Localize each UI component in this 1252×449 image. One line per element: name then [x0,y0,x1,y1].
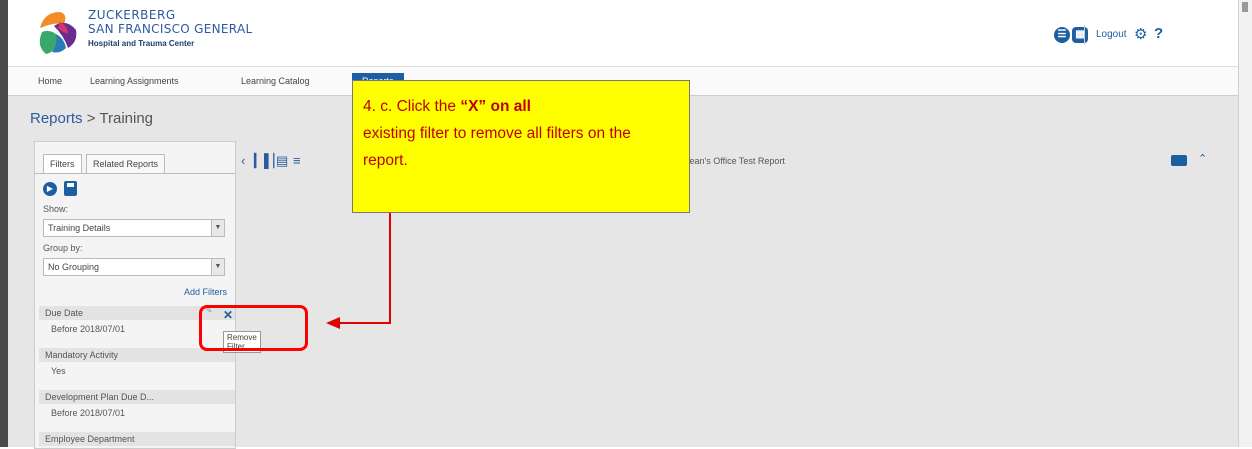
header-divider [1084,25,1085,45]
window-edge [0,0,8,447]
show-label: Show: [43,204,69,214]
hospital-logo [39,12,77,54]
brand-subtitle: Hospital and Trauma Center [88,39,195,48]
show-selected-value: Training Details [48,223,111,233]
list-view-icon[interactable]: ≡ [293,153,301,168]
run-report-icon[interactable]: ▶ [43,182,57,196]
stacked-chart-icon[interactable]: ▤ [276,153,288,169]
tab-filters[interactable]: Filters [43,154,82,174]
print-icon[interactable] [1171,155,1187,166]
collapse-panel-icon[interactable]: ‹ [241,153,245,168]
filter-panel: Filters Related Reports ▶ Show: Training… [34,141,261,449]
scrollbar-thumb[interactable] [1242,2,1248,12]
group-by-label: Group by: [43,243,83,253]
transcript-icon[interactable]: ▦ [1072,27,1088,43]
group-by-select[interactable]: No Grouping ▼ [43,258,225,276]
chevron-down-icon[interactable]: ▼ [211,259,224,275]
breadcrumb-separator: > [86,110,96,127]
app-window: ZUCKERBERG SAN FRANCISCO GENERAL Hospita… [0,0,1252,449]
breadcrumb-reports[interactable]: Reports [30,110,83,127]
highlight-box [199,305,308,351]
chevron-up-icon[interactable]: ⌃ [1198,152,1207,165]
tab-related-reports[interactable]: Related Reports [86,154,166,174]
callout-step: 4. c. Click the [363,98,461,115]
help-icon[interactable]: ? [1154,25,1163,42]
logout-link[interactable]: Logout [1096,29,1127,40]
brand-name-line1: ZUCKERBERG [88,8,176,22]
save-report-icon[interactable] [64,181,77,196]
vertical-scrollbar[interactable] [1238,0,1252,447]
header: ZUCKERBERG SAN FRANCISCO GENERAL Hospita… [8,0,1238,67]
breadcrumb: Reports > Training [30,110,153,127]
filter-value: Before 2018/07/01 [51,324,126,334]
filter-value: Yes [51,366,66,376]
instruction-callout: 4. c. Click the “X” on all existing filt… [352,80,690,213]
nav-home[interactable]: Home [38,76,62,86]
filter-header-dev-plan: Development Plan Due D... [39,390,235,404]
group-by-selected-value: No Grouping [48,262,100,272]
callout-bold: “X” on all [460,98,531,115]
gear-icon[interactable]: ⚙ [1134,25,1147,43]
page-title: Training [99,110,154,127]
chevron-down-icon[interactable]: ▼ [211,220,224,236]
show-select[interactable]: Training Details ▼ [43,219,225,237]
notes-icon[interactable]: ☰ [1054,27,1070,43]
brand-name-line2: SAN FRANCISCO GENERAL [88,22,253,36]
add-filters-link[interactable]: Add Filters [184,287,227,297]
nav-learning-catalog[interactable]: Learning Catalog [241,76,310,86]
nav-learning-assignments[interactable]: Learning Assignments [90,76,179,86]
filter-value: Before 2018/07/01 [51,408,126,418]
tabs-divider [35,173,235,174]
filter-header-employee-dept: Employee Department [39,432,235,446]
callout-rest: existing filter to remove all filters on… [363,125,631,169]
report-title: Dean's Office Test Report [683,156,785,166]
